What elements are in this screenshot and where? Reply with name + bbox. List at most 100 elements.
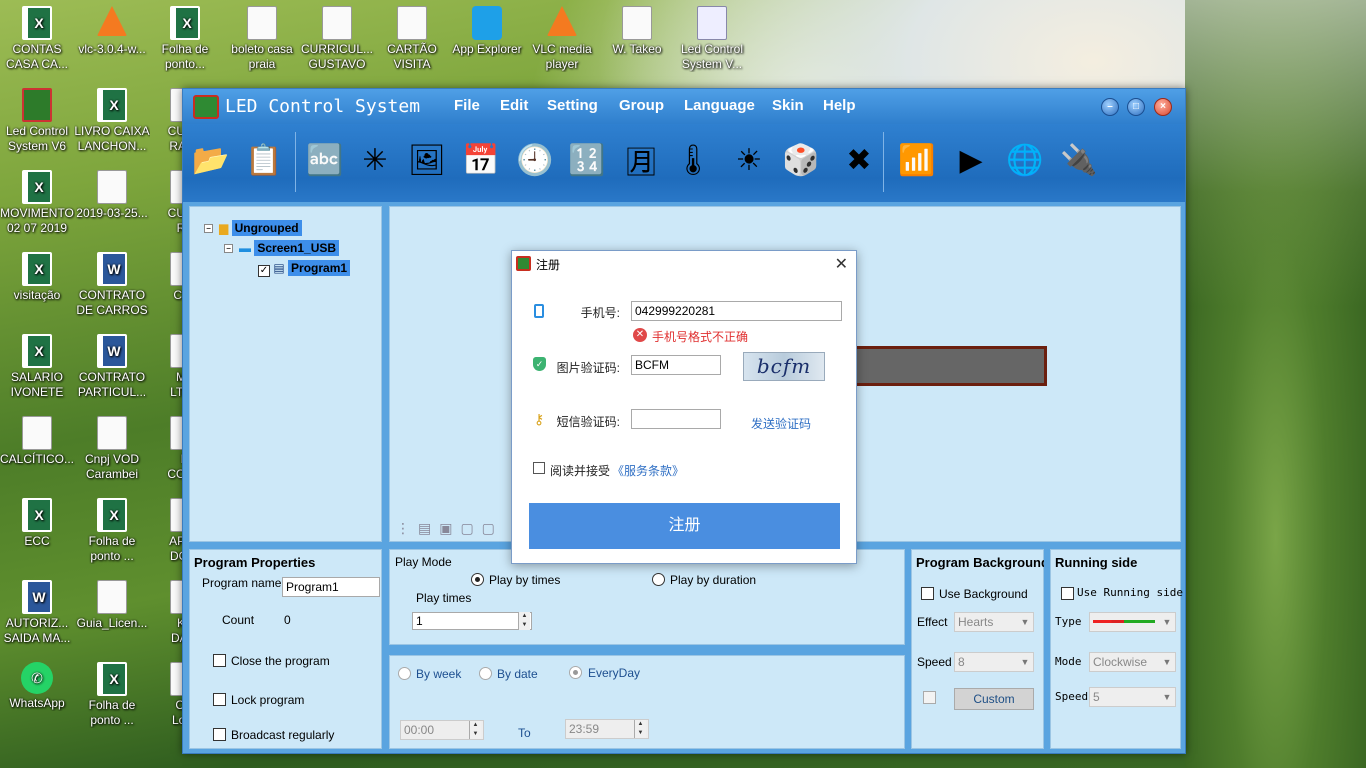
desktop-icon[interactable]: CARTÃO VISITA bbox=[375, 6, 449, 72]
program-name-input[interactable]: Program1 bbox=[282, 577, 380, 597]
program-checkbox[interactable]: ✓ bbox=[258, 265, 270, 277]
running-side-title: Running side bbox=[1055, 555, 1138, 570]
desktop-icon[interactable]: X Folha de ponto... bbox=[148, 6, 222, 72]
menu-help[interactable]: Help bbox=[823, 97, 856, 114]
calendar-icon[interactable]: 📅 bbox=[457, 134, 505, 186]
desktop-icon[interactable]: vlc-3.0.4-w... bbox=[75, 6, 149, 57]
everyday-radio[interactable] bbox=[569, 666, 582, 679]
key-icon: ⚷ bbox=[534, 411, 545, 427]
sms-code-input[interactable] bbox=[631, 409, 721, 429]
menu-language[interactable]: Language bbox=[684, 97, 755, 114]
desktop-icon-label: vlc-3.0.4-w... bbox=[78, 42, 146, 56]
menu-file[interactable]: File bbox=[454, 97, 480, 114]
collapse-icon[interactable]: − bbox=[204, 224, 213, 233]
desktop-icon[interactable]: boleto casa praia bbox=[225, 6, 299, 72]
menu-skin[interactable]: Skin bbox=[772, 97, 804, 114]
desktop-icon[interactable]: X Folha de ponto ... bbox=[75, 498, 149, 564]
custom-checkbox[interactable] bbox=[923, 691, 936, 704]
captcha-input[interactable]: BCFM bbox=[631, 355, 721, 375]
menu-group[interactable]: Group bbox=[619, 97, 664, 114]
close-program-checkbox[interactable] bbox=[213, 654, 226, 667]
led-screen-preview[interactable] bbox=[825, 346, 1047, 386]
desktop-icon[interactable]: W. Takeo bbox=[600, 6, 674, 57]
menu-edit[interactable]: Edit bbox=[500, 97, 528, 114]
desktop-icon[interactable]: W CONTRATO DE CARROS bbox=[75, 252, 149, 318]
usb-drive-icon[interactable]: 🔌 bbox=[1055, 134, 1103, 186]
desktop-icon[interactable]: CALCÍTICO... bbox=[0, 416, 74, 467]
use-background-label: Use Background bbox=[939, 587, 1028, 601]
phone-input[interactable]: 042999220281 bbox=[631, 301, 842, 321]
desktop-icon[interactable]: Led Control System V... bbox=[675, 6, 749, 72]
play-by-times-radio[interactable] bbox=[471, 573, 484, 586]
tree-program-node[interactable]: ✓ ▤ Program1 bbox=[258, 260, 351, 277]
end-time-stepper[interactable]: ▲ ▼ bbox=[634, 720, 646, 738]
by-date-label: By date bbox=[497, 667, 538, 681]
network-globe-icon[interactable]: 🌐 bbox=[1001, 134, 1049, 186]
tree-group-node[interactable]: − ▆ Ungrouped bbox=[204, 220, 302, 236]
desktop-icon[interactable]: App Explorer bbox=[450, 6, 524, 57]
desktop-icon[interactable]: VLC media player bbox=[525, 6, 599, 72]
use-background-checkbox[interactable] bbox=[921, 587, 934, 600]
wireless-send-icon[interactable]: 📶 bbox=[893, 134, 941, 186]
lock-program-checkbox[interactable] bbox=[213, 693, 226, 706]
maximize-icon[interactable]: □ bbox=[1127, 98, 1145, 116]
program-list-icon[interactable]: 📋 bbox=[240, 134, 288, 186]
thermometer-icon[interactable]: 🌡 bbox=[669, 134, 717, 186]
weather-sun-icon[interactable]: ☀ bbox=[725, 134, 773, 186]
use-running-side-checkbox[interactable] bbox=[1061, 587, 1074, 600]
delete-icon[interactable]: ✖ bbox=[835, 134, 883, 186]
by-date-radio[interactable] bbox=[479, 667, 492, 680]
by-week-radio[interactable] bbox=[398, 667, 411, 680]
minimize-icon[interactable]: – bbox=[1101, 98, 1119, 116]
tree-screen-node[interactable]: − ▬ Screen1_USB bbox=[224, 240, 340, 256]
desktop-icon[interactable]: Cnpj VOD Carambei bbox=[75, 416, 149, 482]
digital-clock-icon[interactable]: 🔢 bbox=[563, 134, 611, 186]
desktop-icon[interactable]: W AUTORIZ... SAIDA MA... bbox=[0, 580, 74, 646]
collapse-icon[interactable]: − bbox=[224, 244, 233, 253]
lunar-calendar-icon[interactable]: 🈷 bbox=[617, 134, 665, 186]
broadcast-checkbox[interactable] bbox=[213, 728, 226, 741]
desktop-icon[interactable]: W CONTRATO PARTICUL... bbox=[75, 334, 149, 400]
folder-open-icon[interactable]: 📂 bbox=[187, 134, 235, 186]
register-button[interactable]: 注册 bbox=[529, 503, 840, 549]
desktop-icon[interactable]: CURRICUL... GUSTAVO bbox=[300, 6, 374, 72]
captcha-image[interactable]: bcfm bbox=[743, 352, 825, 381]
counter-icon[interactable]: 🎲 bbox=[777, 134, 825, 186]
desktop-icon-label-line2: praia bbox=[248, 57, 276, 71]
desktop-icon[interactable]: 2019-03-25... bbox=[75, 170, 149, 221]
play-times-stepper[interactable]: ▲ ▼ bbox=[518, 612, 530, 630]
desktop-icon[interactable]: X Folha de ponto ... bbox=[75, 662, 149, 728]
desktop-icon[interactable]: Led Control System V6 bbox=[0, 88, 74, 154]
desktop-icon[interactable]: X MOVIMENTO 02 07 2019 bbox=[0, 170, 74, 236]
analog-clock-icon[interactable]: 🕘 bbox=[511, 134, 559, 186]
desktop-icon[interactable]: X LIVRO CAIXA LANCHON... bbox=[74, 88, 150, 154]
picture-icon[interactable]: 🖼 bbox=[403, 134, 451, 186]
desktop-icon-label-line2: ponto... bbox=[164, 57, 206, 71]
desktop-icon[interactable]: X CONTAS CASA CA... bbox=[0, 6, 74, 72]
desktop-icon-label-line2: DE CARROS bbox=[76, 303, 148, 317]
menu-setting[interactable]: Setting bbox=[547, 97, 598, 114]
custom-button[interactable]: Custom bbox=[954, 688, 1034, 710]
play-mode-title: Play Mode bbox=[395, 555, 452, 569]
phone-error-text: 手机号格式不正确 bbox=[652, 330, 749, 344]
terms-link[interactable]: 《服务条款》 bbox=[612, 462, 684, 479]
preview-play-icon[interactable]: ▶ bbox=[947, 134, 995, 186]
agree-text: 阅读并接受 bbox=[550, 464, 611, 478]
desktop-icon-label: Cnpj VOD bbox=[84, 452, 140, 466]
play-by-duration-radio[interactable] bbox=[652, 573, 665, 586]
send-code-link[interactable]: 发送验证码 bbox=[751, 415, 811, 432]
play-times-input[interactable]: 1 bbox=[412, 612, 532, 630]
alignment-toolbar[interactable]: ⋮▤▣▢▢ bbox=[396, 520, 503, 537]
paper-file-icon bbox=[322, 6, 352, 40]
desktop-icon[interactable]: ✆ WhatsApp bbox=[0, 662, 74, 711]
agree-terms-checkbox[interactable] bbox=[533, 462, 545, 474]
text-icon[interactable]: 🔤 bbox=[301, 134, 349, 186]
desktop-icon[interactable]: Guia_Licen... bbox=[75, 580, 149, 631]
start-time-stepper[interactable]: ▲ ▼ bbox=[469, 721, 481, 739]
desktop-icon[interactable]: X ECC bbox=[0, 498, 74, 549]
dialog-close-icon[interactable]: ✕ bbox=[835, 254, 848, 274]
desktop-icon[interactable]: X SALARIO IVONETE bbox=[0, 334, 74, 400]
desktop-icon[interactable]: Xvisitação bbox=[0, 252, 74, 303]
close-icon[interactable]: × bbox=[1154, 98, 1172, 116]
animation-icon[interactable]: ✳ bbox=[351, 134, 399, 186]
